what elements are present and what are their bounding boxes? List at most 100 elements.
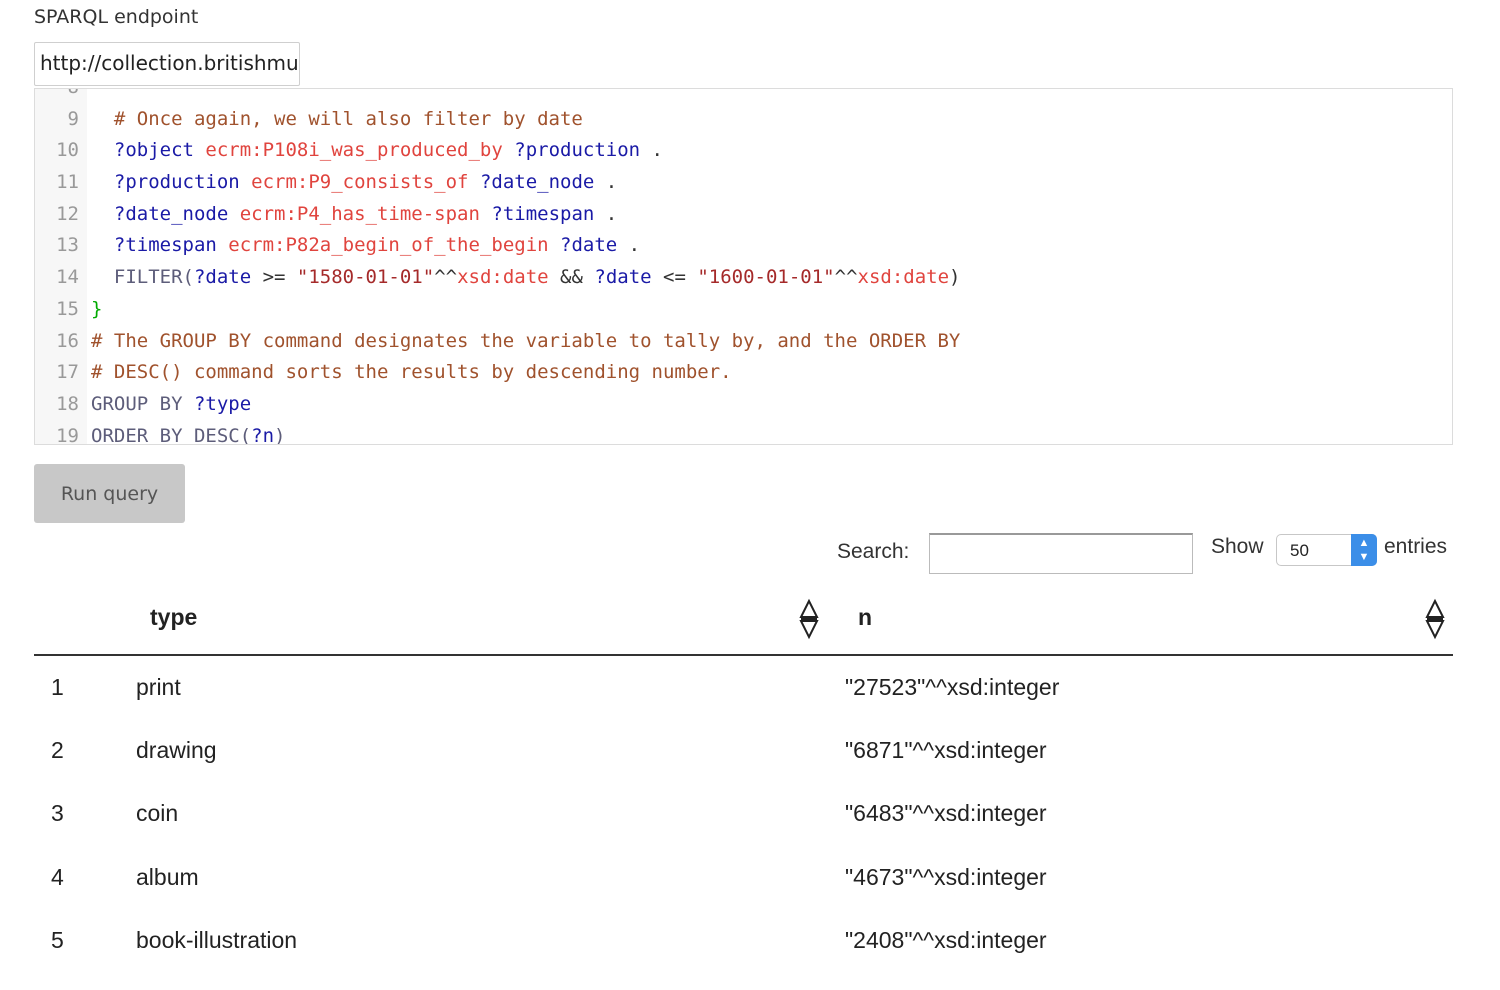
table-row: 4 album "4673"^^xsd:integer: [0, 864, 1500, 927]
entries-per-page-value: 50: [1290, 541, 1309, 560]
table-row: 1 print "27523"^^xsd:integer: [0, 674, 1500, 737]
cell-type: print: [136, 674, 181, 700]
line-number: 10: [56, 139, 79, 162]
line-number: 17: [56, 361, 79, 384]
code-text: }: [91, 294, 102, 326]
code-token: xsd:date: [457, 266, 549, 289]
table-header-divider: [34, 654, 1453, 656]
code-text: ORDER BY DESC(?n): [91, 421, 286, 445]
line-number: 15: [56, 297, 79, 320]
table-row: 2 drawing "6871"^^xsd:integer: [0, 737, 1500, 800]
line-number: 19: [56, 424, 79, 445]
code-token: .: [617, 234, 641, 257]
code-token: .: [594, 202, 618, 225]
code-text: # DESC() command sorts the results by de…: [91, 357, 732, 389]
line-number: 13: [56, 234, 79, 257]
table-row: 5 book-illustration "2408"^^xsd:integer: [0, 927, 1500, 990]
show-label: Show: [1211, 535, 1264, 558]
code-token: ?production: [502, 139, 641, 162]
run-query-button[interactable]: Run query: [34, 464, 185, 523]
row-index: 1: [51, 674, 64, 700]
column-header-type[interactable]: type: [150, 604, 197, 631]
entries-per-page-select[interactable]: 50 ▲ ▼: [1276, 534, 1377, 566]
cell-type: book-illustration: [136, 927, 298, 953]
line-number: 11: [56, 171, 79, 194]
sort-both-icon[interactable]: [1424, 598, 1446, 640]
code-token: ): [949, 266, 961, 289]
line-number: 12: [56, 202, 79, 225]
search-label: Search:: [837, 540, 910, 563]
code-lines: 89 # Once again, we will also filter by …: [35, 89, 1452, 445]
code-line: 15}: [35, 294, 1452, 326]
line-number: 18: [56, 392, 79, 415]
endpoint-input[interactable]: http://collection.britishmuseum.org/spar…: [34, 42, 300, 86]
code-token: ?object: [91, 139, 206, 162]
code-token: ^^: [834, 266, 858, 289]
code-token: FILTER(: [91, 266, 194, 289]
cell-n: "4673"^^xsd:integer: [845, 864, 1047, 890]
code-text: ?object ecrm:P108i_was_produced_by ?prod…: [91, 135, 663, 167]
code-token: xsd:date: [857, 266, 950, 289]
code-token: ?date_node: [468, 171, 595, 194]
code-token: ecrm:P4_has_time-span: [239, 202, 480, 225]
cell-n: "2408"^^xsd:integer: [845, 927, 1047, 953]
code-line: 10 ?object ecrm:P108i_was_produced_by ?p…: [35, 135, 1452, 167]
code-token: .: [594, 171, 618, 194]
code-text: ?date_node ecrm:P4_has_time-span ?timesp…: [91, 199, 617, 231]
cell-type: album: [136, 864, 199, 890]
code-token: ecrm:P9_consists_of: [251, 171, 469, 194]
code-token: ?type: [193, 392, 252, 415]
code-token: ^^: [434, 266, 458, 289]
code-token: ecrm:P108i_was_produced_by: [205, 139, 503, 162]
line-number: 16: [56, 329, 79, 352]
code-text: # Once again, we will also filter by dat…: [91, 104, 583, 136]
code-token: # The GROUP BY command designates the va…: [91, 329, 961, 352]
select-updown-icon: ▲ ▼: [1351, 534, 1377, 566]
code-token: &&: [548, 266, 595, 289]
code-line: 16 # The GROUP BY command designates the …: [35, 326, 1452, 358]
table-row: 3 coin "6483"^^xsd:integer: [0, 800, 1500, 863]
code-text: GROUP BY ?type: [91, 389, 251, 421]
code-token: }: [91, 297, 103, 320]
code-token: GROUP BY: [91, 392, 194, 415]
code-line: 14 FILTER(?date >= "1580-01-01"^^xsd:dat…: [35, 262, 1452, 294]
row-index: 3: [51, 800, 64, 826]
code-line: 8: [35, 89, 1452, 104]
code-line: 17 # DESC() command sorts the results by …: [35, 357, 1452, 389]
code-line: 11 ?production ecrm:P9_consists_of ?date…: [35, 167, 1452, 199]
code-token: .: [640, 139, 663, 162]
code-token: ?date: [548, 234, 618, 257]
code-token: ?date: [193, 266, 252, 289]
code-token: ecrm:P82a_begin_of_the_begin: [228, 234, 549, 257]
code-token: "1580-01-01": [296, 266, 435, 289]
endpoint-label: SPARQL endpoint: [34, 6, 199, 28]
column-header-n[interactable]: n: [858, 604, 872, 631]
code-token: ?production: [91, 171, 252, 194]
line-number: 9: [67, 107, 79, 130]
code-text: ?timespan ecrm:P82a_begin_of_the_begin ?…: [91, 230, 640, 262]
code-line: 9 # Once again, we will also filter by d…: [35, 104, 1452, 136]
cell-type: coin: [136, 800, 179, 826]
code-token: # Once again, we will also filter by dat…: [91, 107, 583, 130]
cell-type: drawing: [136, 737, 217, 763]
code-text: ?production ecrm:P9_consists_of ?date_no…: [91, 167, 617, 199]
line-number: 14: [56, 266, 79, 289]
code-token: # DESC() command sorts the results by de…: [91, 361, 732, 384]
code-token: ?date: [594, 266, 652, 289]
code-line: 19 ORDER BY DESC(?n): [35, 421, 1452, 445]
code-line: 13 ?timespan ecrm:P82a_begin_of_the_begi…: [35, 230, 1452, 262]
code-token: "1600-01-01": [697, 266, 835, 289]
cell-n: "27523"^^xsd:integer: [845, 674, 1060, 700]
sort-both-icon[interactable]: [798, 598, 820, 640]
row-index: 5: [51, 927, 64, 953]
search-input[interactable]: [929, 533, 1193, 574]
code-token: ORDER BY DESC(: [91, 424, 252, 445]
row-index: 4: [51, 864, 64, 890]
code-token: ?date_node: [91, 202, 240, 225]
code-token: ?timespan: [479, 202, 595, 225]
code-text: # The GROUP BY command designates the va…: [91, 326, 960, 358]
code-line: 18 GROUP BY ?type: [35, 389, 1452, 421]
query-editor[interactable]: 89 # Once again, we will also filter by …: [34, 88, 1453, 445]
line-number: 8: [35, 89, 79, 104]
cell-n: "6483"^^xsd:integer: [845, 800, 1047, 826]
